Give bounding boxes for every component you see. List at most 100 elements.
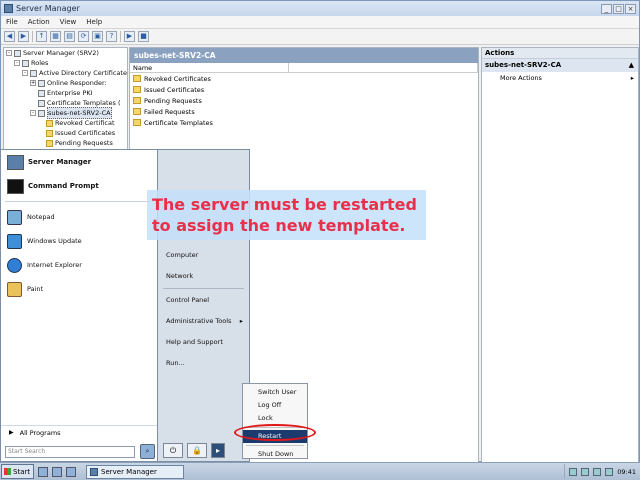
lock-icon[interactable]: 🔒 <box>187 443 207 458</box>
more-actions[interactable]: More Actions ▸ <box>482 72 638 84</box>
speaker-icon[interactable] <box>593 467 602 476</box>
powershell-quicklaunch-icon[interactable] <box>52 466 62 477</box>
tree-item[interactable]: - Roles <box>4 58 127 68</box>
refresh-icon[interactable]: ⟳ <box>78 31 89 42</box>
start-button[interactable]: Start <box>1 464 34 479</box>
highlight-ring <box>234 424 316 441</box>
collapse-icon[interactable]: ▲ <box>629 59 634 72</box>
server-manager-icon <box>4 4 13 13</box>
console-tree: - Server Manager (SRV2) - Roles - Active Dire… <box>3 47 128 152</box>
recent-internet-explorer[interactable]: Internet Explorer <box>1 253 157 277</box>
column-name[interactable]: Name <box>130 63 290 72</box>
collapse-icon[interactable]: - <box>6 50 12 56</box>
menu-shut-down[interactable]: Shut Down <box>243 448 307 461</box>
taskbar-server-manager[interactable]: Server Manager <box>86 464 184 479</box>
pinned-command-prompt[interactable]: Command Prompt <box>1 174 157 198</box>
divider <box>246 445 304 446</box>
results-list: Revoked Certificates Issued Certificates P… <box>130 73 478 128</box>
action-center-icon[interactable] <box>605 467 614 476</box>
close-button[interactable]: × <box>625 3 636 14</box>
start-item-computer[interactable]: Computer <box>158 245 249 266</box>
export-list-icon[interactable]: ▤ <box>64 31 75 42</box>
folder-icon <box>46 129 53 137</box>
maximize-button[interactable]: □ <box>613 3 624 14</box>
recent-label: Paint <box>27 285 44 293</box>
recent-label: Internet Explorer <box>27 261 82 269</box>
list-item[interactable]: Pending Requests <box>130 95 478 106</box>
divider <box>163 288 244 289</box>
caption-buttons: _ □ × <box>601 3 636 14</box>
show-desktop-icon[interactable] <box>66 466 76 477</box>
toolbar-separator <box>32 31 33 42</box>
recent-notepad[interactable]: Notepad <box>1 205 157 229</box>
tree-item[interactable]: - Active Directory Certificate <box>4 68 127 78</box>
menu-log-off[interactable]: Log Off <box>243 399 307 412</box>
show-hide-tree-icon[interactable]: ▦ <box>50 31 61 42</box>
window-title: Server Manager <box>16 4 80 13</box>
tree-item[interactable]: - Server Manager (SRV2) <box>4 48 127 58</box>
tree-item[interactable]: Enterprise PKI <box>4 88 127 98</box>
back-icon[interactable]: ◀ <box>4 31 15 42</box>
start-item-help[interactable]: Help and Support <box>158 332 249 353</box>
minimize-button[interactable]: _ <box>601 3 612 14</box>
internet-explorer-icon <box>7 257 22 273</box>
start-search-input[interactable]: Start Search <box>5 446 135 458</box>
list-item[interactable]: Issued Certificates <box>130 84 478 95</box>
menu-switch-user[interactable]: Switch User <box>243 386 307 399</box>
node-icon <box>22 59 29 67</box>
tree-item-label: Server Manager (SRV2) <box>23 49 99 57</box>
collapse-icon[interactable]: - <box>30 110 36 116</box>
start-service-icon[interactable]: ▶ <box>124 31 135 42</box>
stop-service-icon[interactable]: ■ <box>138 31 149 42</box>
network-icon[interactable] <box>569 467 578 476</box>
power-options-arrow-icon[interactable]: ▸ <box>211 443 225 458</box>
collapse-icon[interactable]: - <box>22 70 28 76</box>
collapse-icon[interactable]: - <box>14 60 20 66</box>
tree-item[interactable]: Revoked Certificat <box>4 118 127 128</box>
up-folder-icon[interactable]: ↑ <box>36 31 47 42</box>
menu-view[interactable]: View <box>55 18 82 26</box>
list-item[interactable]: Revoked Certificates <box>130 73 478 84</box>
tree-item[interactable]: Issued Certificates <box>4 128 127 138</box>
tray-app-icon[interactable] <box>581 467 590 476</box>
folder-icon <box>46 139 53 147</box>
list-item-label: Revoked Certificates <box>144 74 211 83</box>
expand-icon[interactable]: + <box>30 80 36 86</box>
list-item[interactable]: Failed Requests <box>130 106 478 117</box>
recent-label: Notepad <box>27 213 55 221</box>
node-icon <box>38 99 45 107</box>
recent-windows-update[interactable]: Windows Update <box>1 229 157 253</box>
recent-paint[interactable]: Paint <box>1 277 157 301</box>
forward-icon[interactable]: ▶ <box>18 31 29 42</box>
pinned-server-manager[interactable]: Server Manager <box>1 150 157 174</box>
tree-item[interactable]: Pending Requests <box>4 138 127 148</box>
tree-item-label: Issued Certificates <box>55 129 116 137</box>
start-item-run[interactable]: Run... <box>158 353 249 374</box>
list-item-label: Failed Requests <box>144 107 195 116</box>
menu-file[interactable]: File <box>1 18 23 26</box>
toolbar-separator <box>120 31 121 42</box>
start-item-administrative-tools[interactable]: Administrative Tools ▸ <box>158 311 249 332</box>
tree-item[interactable]: + Online Responder: <box>4 78 127 88</box>
all-programs[interactable]: ▶ All Programs <box>1 425 157 439</box>
results-title: subes-net-SRV2-CA <box>130 48 478 63</box>
power-icon[interactable]: ⏻ <box>163 443 183 458</box>
search-icon[interactable]: ⌕ <box>140 444 155 459</box>
tree-item-label: Revoked Certificat <box>55 119 115 127</box>
start-item-network[interactable]: Network <box>158 266 249 287</box>
tree-item[interactable]: - subes-net-SRV2-CA <box>4 107 127 119</box>
chevron-right-icon: ▸ <box>630 74 634 82</box>
menu-help[interactable]: Help <box>81 18 107 26</box>
help-icon[interactable]: ? <box>106 31 117 42</box>
power-submenu: Switch User Log Off Lock Restart Shut Do… <box>242 383 308 459</box>
folder-icon <box>133 86 141 93</box>
list-item[interactable]: Certificate Templates <box>130 117 478 128</box>
start-item-control-panel[interactable]: Control Panel <box>158 290 249 311</box>
notepad-icon <box>7 209 22 225</box>
properties-icon[interactable]: ▣ <box>92 31 103 42</box>
menu-action[interactable]: Action <box>23 18 55 26</box>
server-manager-quicklaunch-icon[interactable] <box>38 466 48 477</box>
tree-item-label: Online Responder: <box>47 79 107 87</box>
actions-section[interactable]: subes-net-SRV2-CA ▲ <box>482 59 638 72</box>
clock[interactable]: 09:41 <box>617 468 636 476</box>
